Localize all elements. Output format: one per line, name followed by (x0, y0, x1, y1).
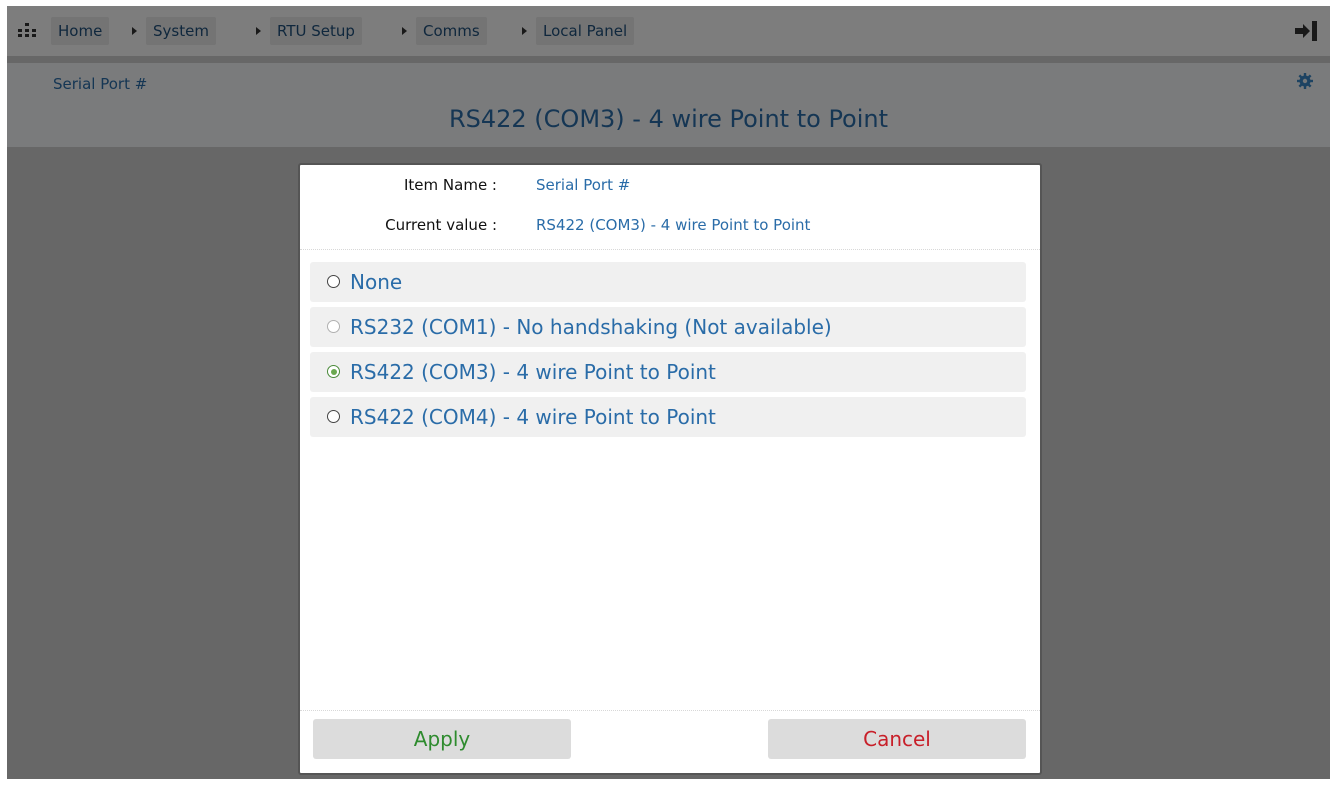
divider (300, 710, 1040, 711)
radio-unchecked-icon[interactable] (327, 275, 340, 288)
item-name-label: Item Name : (404, 176, 497, 194)
radio-checked-icon[interactable] (327, 365, 340, 378)
cancel-button[interactable]: Cancel (768, 719, 1026, 759)
option-none[interactable]: None (310, 262, 1026, 302)
select-dialog: Item Name : Serial Port # Current value … (298, 163, 1042, 775)
option-label: RS422 (COM4) - 4 wire Point to Point (350, 405, 716, 429)
option-label: RS422 (COM3) - 4 wire Point to Point (350, 360, 716, 384)
app-window: Home System RTU Setup Comms Local Panel … (7, 6, 1330, 779)
current-value: RS422 (COM3) - 4 wire Point to Point (536, 216, 811, 234)
option-label: None (350, 270, 403, 294)
item-name-row: Item Name : Serial Port # (300, 174, 1040, 196)
option-rs422-com3[interactable]: RS422 (COM3) - 4 wire Point to Point (310, 352, 1026, 392)
apply-button[interactable]: Apply (313, 719, 571, 759)
radio-disabled-icon (327, 320, 340, 333)
current-value-row: Current value : RS422 (COM3) - 4 wire Po… (300, 214, 1040, 236)
current-value-label: Current value : (385, 216, 497, 234)
item-name-value: Serial Port # (536, 176, 631, 194)
radio-unchecked-icon[interactable] (327, 410, 340, 423)
option-label: RS232 (COM1) - No handshaking (Not avail… (350, 315, 832, 339)
option-rs422-com4[interactable]: RS422 (COM4) - 4 wire Point to Point (310, 397, 1026, 437)
option-rs232-com1: RS232 (COM1) - No handshaking (Not avail… (310, 307, 1026, 347)
divider (300, 249, 1040, 250)
